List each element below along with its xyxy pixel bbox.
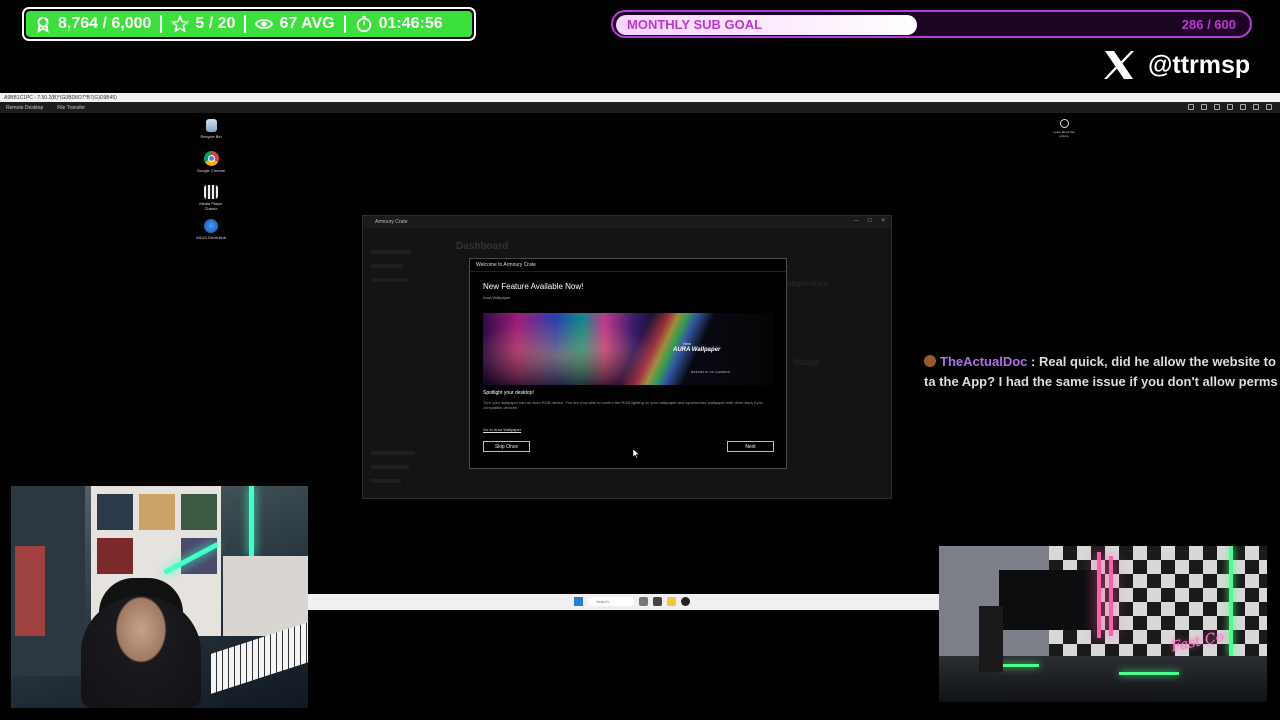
windows-start-icon[interactable] xyxy=(574,597,583,606)
chat-message: TheActualDoc : Real quick, did he allow … xyxy=(924,352,1280,392)
monitor-icon[interactable] xyxy=(1201,104,1207,110)
asus-driverhub-icon xyxy=(204,219,218,233)
sidebar-item[interactable] xyxy=(371,465,409,469)
dashboard-heading: Dashboard xyxy=(456,241,509,252)
remote-desktop-toolbar: Remote Desktop File Transfer xyxy=(0,102,1280,113)
stream-stats-bar: 8,764 / 6,000 5 / 20 67 AVG 01:46:56 xyxy=(22,7,476,41)
dialog-heading: New Feature Available Now! xyxy=(483,282,584,291)
close-icon[interactable]: × xyxy=(881,218,885,224)
taskbar-search[interactable]: Search xyxy=(588,597,634,606)
dialog-title: Welcome to Armoury Crate xyxy=(470,259,786,272)
armoury-crate-titlebar: Armoury Crate xyxy=(363,216,891,228)
followers-stat: 8,764 / 6,000 xyxy=(34,15,151,33)
star-icon xyxy=(171,15,190,33)
temperature-label: Temperature xyxy=(783,279,828,288)
settings-icon[interactable] xyxy=(1253,104,1259,110)
award-icon xyxy=(37,16,49,33)
menu-file-transfer[interactable]: File Transfer xyxy=(57,105,85,111)
dialog-spotlight: Spotlight your desktop! xyxy=(483,390,534,396)
eye-icon xyxy=(255,19,274,29)
recycle-bin-icon xyxy=(205,119,217,132)
x-logo-icon xyxy=(1104,51,1134,79)
aura-wallpaper-link[interactable]: Go to Aura Wallpaper xyxy=(483,427,521,432)
aura-wallpaper-banner: New AURA Wallpaper REPUBLIC OF GAMERS xyxy=(483,313,773,385)
subs-stat: 5 / 20 xyxy=(171,15,235,33)
dialog-subheading: Aura Wallpaper xyxy=(483,295,511,300)
sidebar-item[interactable] xyxy=(371,479,401,483)
skip-once-button[interactable]: Skip Once xyxy=(483,441,530,452)
uptime-stat: 01:46:56 xyxy=(355,15,443,33)
desktop-icon-learn-picture[interactable]: Learn about this picture xyxy=(1052,119,1076,138)
sidebar-item[interactable] xyxy=(371,250,411,254)
chrome-icon xyxy=(203,151,219,166)
next-button[interactable]: Next xyxy=(727,441,774,452)
minimize-icon[interactable]: – xyxy=(855,218,858,224)
banner-brand: REPUBLIC OF GAMERS xyxy=(691,370,731,374)
armoury-crate-taskbar-icon[interactable] xyxy=(681,597,690,606)
sub-goal-count: 286 / 600 xyxy=(1181,17,1236,32)
desktop-icon-chrome[interactable]: Google Chrome xyxy=(194,151,228,173)
desktop-icon-media-player[interactable]: Media Player Classic xyxy=(194,185,228,211)
remote-desktop-title: A9BB1C1PC - 7.50.2(B)*(G0BD8O7*B7(G)D9B4… xyxy=(4,94,117,101)
learn-icon xyxy=(1059,119,1069,128)
viewers-stat: 67 AVG xyxy=(255,15,335,33)
chat-username: TheActualDoc xyxy=(940,354,1028,369)
media-player-icon xyxy=(204,185,218,199)
keyboard-icon[interactable] xyxy=(1240,104,1246,110)
sidebar-item[interactable] xyxy=(371,264,403,268)
timer-icon xyxy=(356,15,371,33)
desktop-icon-recycle-bin[interactable]: Recycle Bin xyxy=(194,119,228,139)
info-icon[interactable] xyxy=(1188,104,1194,110)
social-handle: @ttrmsp xyxy=(1102,48,1250,82)
windows-taskbar: Search xyxy=(307,594,939,610)
voltage-label: Voltage xyxy=(793,358,820,367)
armoury-crate-title: Armoury Crate xyxy=(375,219,408,225)
dialog-body: Turn your wallpaper into an Aura RGB dev… xyxy=(483,400,763,410)
menu-remote-desktop[interactable]: Remote Desktop xyxy=(6,105,43,111)
webcam-left xyxy=(11,486,308,708)
sub-goal-label: MONTHLY SUB GOAL xyxy=(627,17,763,32)
banner-title: AURA Wallpaper xyxy=(673,347,721,353)
webcam-right: Fast Co xyxy=(939,546,1267,702)
task-view-icon[interactable] xyxy=(639,597,648,606)
remote-desktop-titlebar: A9BB1C1PC - 7.50.2(B)*(G0BD8O7*B7(G)D9B4… xyxy=(0,93,1280,102)
fullscreen-icon[interactable] xyxy=(1266,104,1272,110)
pen-icon[interactable] xyxy=(1214,104,1220,110)
mouse-cursor-icon xyxy=(633,449,639,458)
widgets-icon[interactable] xyxy=(653,597,662,606)
welcome-dialog: Welcome to Armoury Crate New Feature Ava… xyxy=(469,258,787,469)
banner-new-label: New xyxy=(683,341,692,346)
sidebar-item[interactable] xyxy=(371,278,407,282)
chat-icon[interactable] xyxy=(1227,104,1233,110)
maximize-icon[interactable]: □ xyxy=(868,218,872,224)
desktop-icon-asus-driverhub[interactable]: ASUS DriverHub xyxy=(194,219,228,240)
sidebar-item[interactable] xyxy=(371,451,415,455)
chat-badge-icon xyxy=(924,355,936,367)
file-explorer-icon[interactable] xyxy=(667,597,676,606)
social-handle-text: @ttrmsp xyxy=(1148,50,1251,79)
sub-goal-bar: MONTHLY SUB GOAL 286 / 600 xyxy=(611,10,1252,38)
